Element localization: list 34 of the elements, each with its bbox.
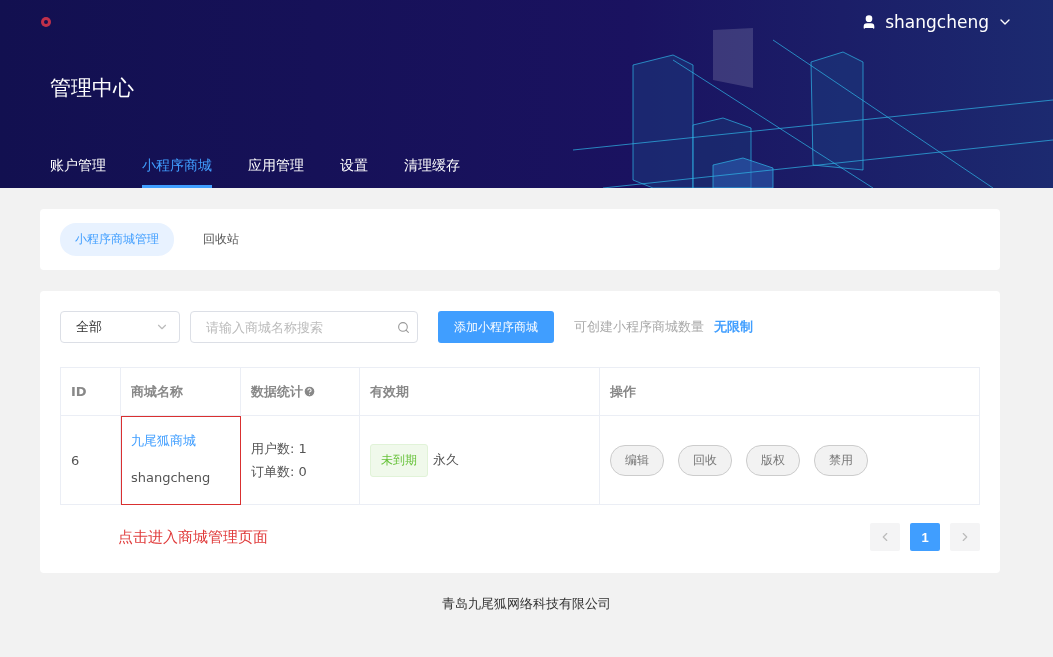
status-tag: 未到期 bbox=[370, 443, 428, 477]
user-menu[interactable]: shangcheng bbox=[861, 12, 1013, 32]
page-title: 管理中心 bbox=[50, 75, 135, 102]
nav-tab[interactable]: 账户管理 bbox=[50, 157, 106, 188]
search-icon bbox=[397, 321, 410, 334]
column-header: 操作 bbox=[599, 367, 980, 416]
validity-text: 永久 bbox=[433, 451, 459, 467]
action-button[interactable]: 编辑 bbox=[610, 444, 664, 476]
footer-text: 青岛九尾狐网络科技有限公司 bbox=[441, 595, 612, 613]
annotation-text: 点击进入商城管理页面 bbox=[118, 527, 268, 547]
stat-text: 订单数: 0 bbox=[251, 463, 308, 481]
help-icon bbox=[303, 384, 316, 398]
nav-tab[interactable]: 小程序商城 bbox=[142, 157, 212, 188]
column-header: 有效期 bbox=[359, 367, 600, 416]
prev-page-button[interactable] bbox=[870, 523, 900, 551]
quota-label: 可创建小程序商城数量 bbox=[574, 318, 704, 336]
nav-tab[interactable]: 应用管理 bbox=[248, 157, 304, 188]
filter-select[interactable]: 全部 bbox=[60, 311, 180, 343]
action-button[interactable]: 回收 bbox=[678, 444, 732, 476]
column-header: ID bbox=[60, 367, 121, 416]
account-text: shangcheng bbox=[131, 468, 212, 487]
table-cell: 6 bbox=[60, 415, 121, 505]
action-button[interactable]: 版权 bbox=[746, 444, 800, 476]
next-page-button[interactable] bbox=[950, 523, 980, 551]
sub-tab[interactable]: 回收站 bbox=[188, 223, 254, 256]
nav-tab[interactable]: 清理缓存 bbox=[404, 157, 460, 188]
nav-tab[interactable]: 设置 bbox=[340, 157, 368, 188]
column-header: 数据统计 bbox=[240, 367, 360, 416]
stat-text: 用户数: 1 bbox=[251, 440, 308, 458]
column-header: 商城名称 bbox=[120, 367, 241, 416]
quota-value: 无限制 bbox=[714, 318, 753, 336]
search-field[interactable]: 请输入商城名称搜索 bbox=[190, 311, 418, 343]
logo-icon bbox=[40, 16, 52, 28]
action-button[interactable]: 禁用 bbox=[814, 444, 868, 476]
